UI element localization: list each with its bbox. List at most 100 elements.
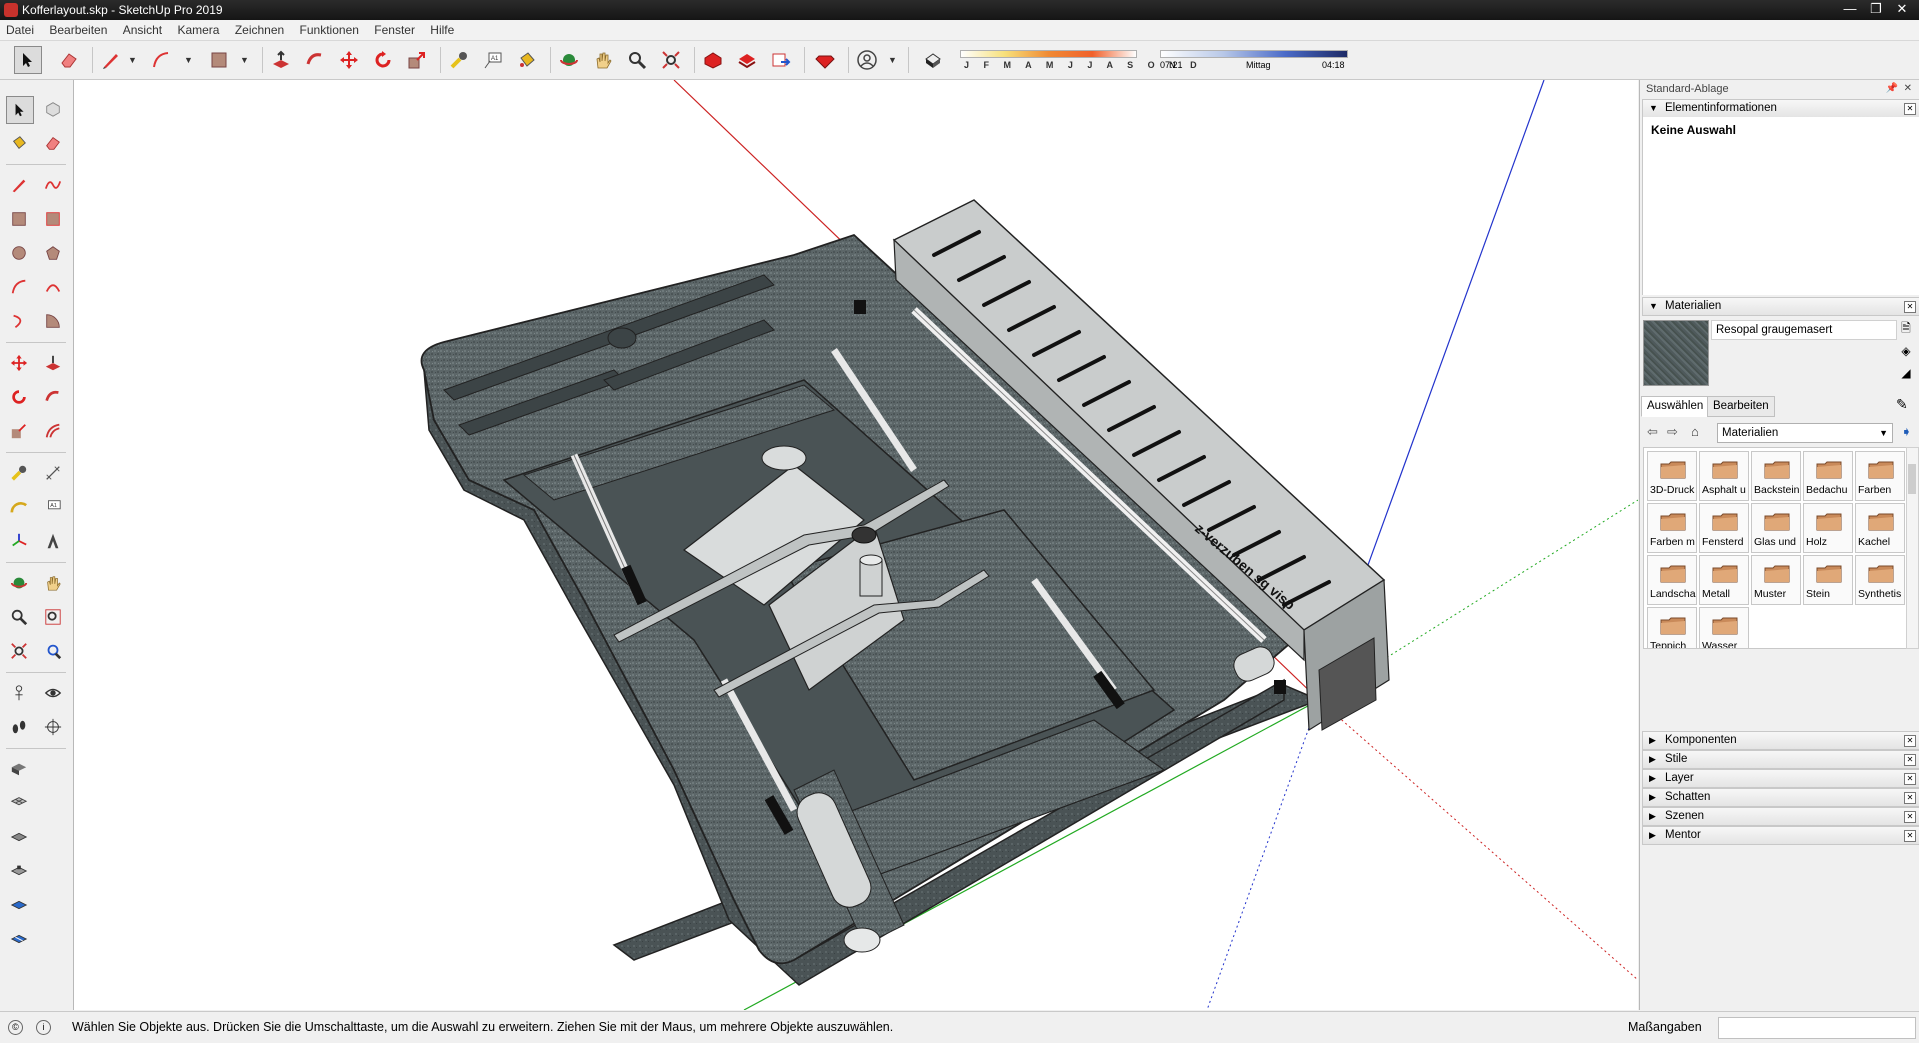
swatch-item[interactable]: Asphalt u — [1699, 451, 1749, 501]
select-tool-button[interactable] — [14, 46, 42, 74]
swatch-item[interactable]: Kachel — [1855, 503, 1905, 553]
tool-rotate[interactable] — [6, 384, 32, 410]
tool-rotated-rectangle[interactable] — [40, 206, 66, 232]
tool-position-camera[interactable] — [6, 680, 32, 706]
tool-arc[interactable] — [6, 274, 32, 300]
zoom-tool-button[interactable] — [624, 47, 650, 73]
swatch-item[interactable]: Landscha — [1647, 555, 1697, 605]
panel-close-icon[interactable]: ✕ — [1904, 773, 1916, 785]
tool-push-pull[interactable] — [40, 350, 66, 376]
drawing-viewport[interactable]: z-verzuben sg visp — [74, 80, 1638, 1010]
maximize-button[interactable]: ❐ — [1863, 0, 1889, 18]
swatch-scrollbar[interactable] — [1906, 447, 1919, 649]
close-button[interactable]: ✕ — [1889, 0, 1915, 18]
tool-sandbox-drape[interactable] — [6, 892, 32, 918]
account-button[interactable] — [854, 47, 880, 73]
menu-hilfe[interactable]: Hilfe — [424, 20, 460, 37]
tool-walk[interactable] — [6, 714, 32, 740]
eyedropper-icon[interactable]: ✎ — [1896, 396, 1908, 413]
rotate-tool-button[interactable] — [370, 47, 396, 73]
paint-bucket-tool-button[interactable] — [514, 47, 540, 73]
components-header[interactable]: ▶ Komponenten ✕ — [1642, 731, 1919, 750]
swatch-item[interactable]: Metall — [1699, 555, 1749, 605]
menu-ansicht[interactable]: Ansicht — [117, 20, 168, 37]
swatch-item[interactable]: Synthetis — [1855, 555, 1905, 605]
push-pull-tool-button[interactable] — [268, 47, 294, 73]
tool-rectangle[interactable] — [6, 206, 32, 232]
panel-close-icon[interactable]: ✕ — [1904, 792, 1916, 804]
swatch-item[interactable]: Farben m — [1647, 503, 1697, 553]
shadows-header[interactable]: ▶ Schatten ✕ — [1642, 788, 1919, 807]
tab-auswaehlen[interactable]: Auswählen — [1641, 396, 1710, 417]
extension-manager-button[interactable] — [812, 47, 838, 73]
tool-sandbox-smoove[interactable] — [6, 824, 32, 850]
panel-close-icon[interactable]: ✕ — [1904, 735, 1916, 747]
tool-pan[interactable] — [40, 570, 66, 596]
tool-scale[interactable] — [6, 418, 32, 444]
tool-previous-view[interactable] — [40, 638, 66, 664]
menu-fenster[interactable]: Fenster — [368, 20, 421, 37]
tool-sandbox-stamp[interactable] — [6, 858, 32, 884]
tool-zoom-window[interactable] — [40, 604, 66, 630]
pan-tool-button[interactable] — [590, 47, 616, 73]
tool-paint-bucket[interactable] — [6, 130, 32, 156]
swatch-item[interactable]: Farben — [1855, 451, 1905, 501]
shadows-toggle-button[interactable] — [920, 47, 946, 73]
swatch-item[interactable]: Wasser — [1699, 607, 1749, 648]
panel-close-icon[interactable]: ✕ — [1904, 830, 1916, 842]
zoom-extents-tool-button[interactable] — [658, 47, 684, 73]
material-name-field[interactable]: Resopal graugemasert — [1711, 320, 1897, 340]
rectangle-tool-button[interactable] — [206, 47, 232, 73]
entity-info-header[interactable]: ▼ Elementinformationen ✕ — [1642, 99, 1919, 118]
tool-make-component[interactable] — [40, 96, 66, 122]
swatch-item[interactable]: Teppich — [1647, 607, 1697, 648]
tool-polygon[interactable] — [40, 240, 66, 266]
measurements-input[interactable] — [1718, 1017, 1916, 1039]
swatch-item[interactable]: Muster — [1751, 555, 1801, 605]
details-arrow-icon[interactable]: ◢ — [1897, 362, 1915, 384]
tray-close-icon[interactable]: ✕ — [1904, 80, 1912, 98]
tool-2pt-arc[interactable] — [40, 274, 66, 300]
details-menu-icon[interactable]: ➧ — [1901, 424, 1912, 440]
tool-line[interactable] — [6, 172, 32, 198]
tool-follow-me[interactable] — [40, 384, 66, 410]
back-arrow-icon[interactable]: ⇦ — [1647, 424, 1658, 440]
shadow-time-slider[interactable]: 07:21 Mittag 04:18 — [1160, 46, 1350, 74]
forward-arrow-icon[interactable]: ⇨ — [1667, 424, 1678, 440]
styles-header[interactable]: ▶ Stile ✕ — [1642, 750, 1919, 769]
shadow-date-slider[interactable]: J F M A M J J A S O N D — [960, 46, 1197, 74]
tool-eraser[interactable] — [40, 130, 66, 156]
swatch-item[interactable]: Backstein — [1751, 451, 1801, 501]
tape-measure-tool-button[interactable] — [446, 47, 472, 73]
tool-protractor[interactable] — [6, 494, 32, 520]
tab-bearbeiten[interactable]: Bearbeiten — [1707, 396, 1775, 417]
arc-tool-button[interactable] — [148, 47, 174, 73]
material-preview-swatch[interactable] — [1643, 320, 1709, 386]
follow-me-tool-button[interactable] — [302, 47, 328, 73]
swatch-item[interactable]: Bedachu — [1803, 451, 1853, 501]
eraser-tool-button[interactable] — [56, 47, 82, 73]
scrollbar-thumb[interactable] — [1908, 464, 1916, 494]
mentor-header[interactable]: ▶ Mentor ✕ — [1642, 826, 1919, 845]
swatch-item[interactable]: Holz — [1803, 503, 1853, 553]
tool-zoom[interactable] — [6, 604, 32, 630]
tool-tape-measure[interactable] — [6, 460, 32, 486]
tool-sandbox-contours[interactable] — [6, 756, 32, 782]
home-icon[interactable]: ⌂ — [1691, 424, 1699, 439]
tool-3pt-arc[interactable] — [6, 308, 32, 334]
swatch-item[interactable]: Stein — [1803, 555, 1853, 605]
swatch-item[interactable]: Fensterd — [1699, 503, 1749, 553]
info-icon[interactable]: i — [36, 1020, 51, 1035]
tool-dimension[interactable] — [40, 460, 66, 486]
layers-header[interactable]: ▶ Layer ✕ — [1642, 769, 1919, 788]
text-tool-button[interactable]: A1 — [480, 47, 506, 73]
menu-zeichnen[interactable]: Zeichnen — [229, 20, 290, 37]
scale-tool-button[interactable] — [404, 47, 430, 73]
pin-icon[interactable]: 📌 — [1886, 80, 1898, 98]
panel-close-icon[interactable]: ✕ — [1904, 301, 1916, 313]
extension-warehouse-button[interactable] — [734, 47, 760, 73]
swatch-item[interactable]: 3D-Druck — [1647, 451, 1697, 501]
tool-look-around[interactable] — [40, 680, 66, 706]
panel-close-icon[interactable]: ✕ — [1904, 811, 1916, 823]
materials-header[interactable]: ▼ Materialien ✕ — [1642, 297, 1919, 316]
